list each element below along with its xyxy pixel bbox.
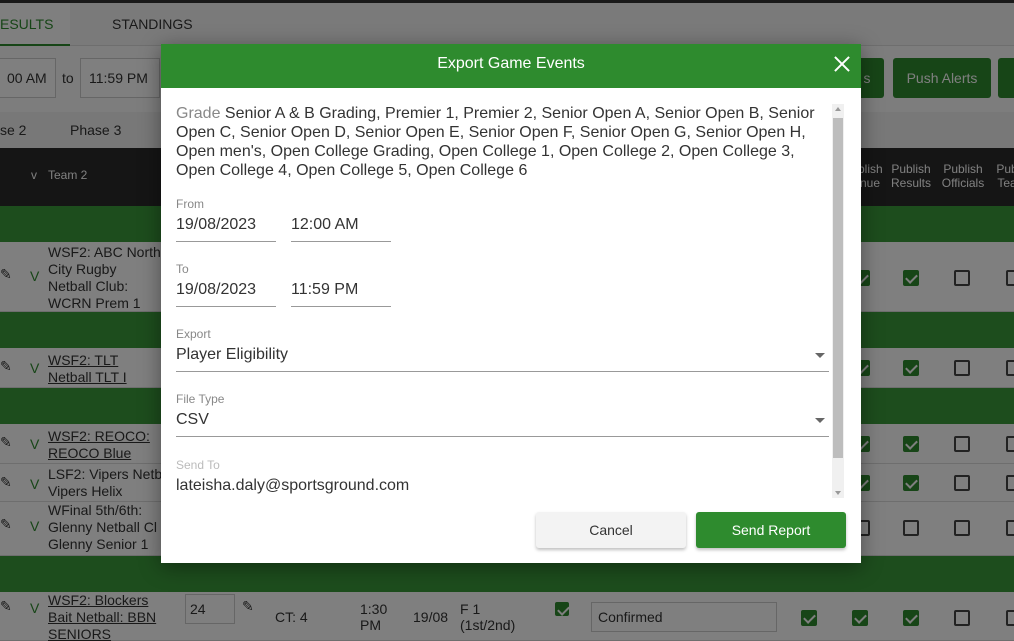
- grade-text: Grade Senior A & B Grading, Premier 1, P…: [176, 104, 826, 180]
- sendto-label: Send To: [176, 458, 220, 472]
- chevron-down-icon: [815, 353, 825, 358]
- filetype-label: File Type: [176, 392, 225, 406]
- from-label: From: [176, 197, 204, 211]
- to-time-input[interactable]: 11:59 PM: [291, 277, 391, 307]
- grade-label: Grade: [176, 105, 221, 122]
- chevron-down-icon: [815, 418, 825, 423]
- export-value: Player Eligibility: [176, 346, 289, 363]
- from-date-input[interactable]: 19/08/2023: [176, 212, 276, 242]
- from-time-input[interactable]: 12:00 AM: [291, 212, 391, 242]
- send-report-button[interactable]: Send Report: [696, 512, 846, 548]
- filetype-value: CSV: [176, 411, 209, 428]
- scroll-down-icon[interactable]: [835, 491, 841, 495]
- scroll-up-icon[interactable]: [835, 107, 841, 111]
- dialog-scrollbar[interactable]: [832, 104, 844, 498]
- dialog-body: Grade Senior A & B Grading, Premier 1, P…: [176, 104, 831, 500]
- filetype-select[interactable]: CSV: [176, 407, 829, 437]
- scrollbar-thumb[interactable]: [833, 118, 843, 458]
- close-icon[interactable]: [831, 53, 853, 75]
- to-label: To: [176, 262, 189, 276]
- dialog-title: Export Game Events: [437, 55, 585, 72]
- cancel-button[interactable]: Cancel: [536, 512, 686, 548]
- export-select[interactable]: Player Eligibility: [176, 342, 829, 372]
- export-label: Export: [176, 327, 211, 341]
- to-date-input[interactable]: 19/08/2023: [176, 277, 276, 307]
- dialog-header: Export Game Events: [161, 44, 861, 88]
- grade-value: Senior A & B Grading, Premier 1, Premier…: [176, 105, 815, 179]
- sendto-input[interactable]: lateisha.daly@sportsground.com: [176, 477, 409, 495]
